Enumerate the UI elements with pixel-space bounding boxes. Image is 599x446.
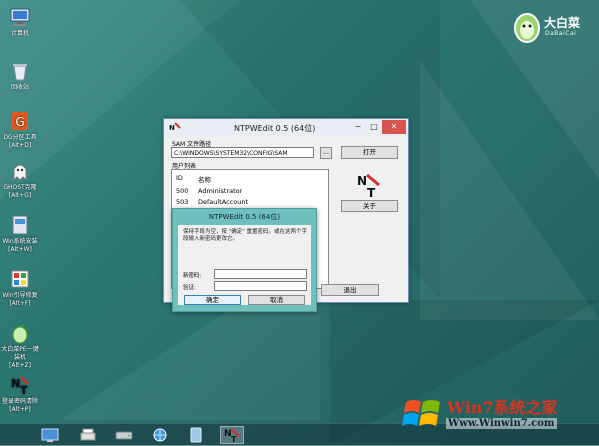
recycle-bin-icon xyxy=(9,60,31,82)
desktop-icon-label: Win引导修复 xyxy=(2,292,38,299)
minimize-button[interactable]: − xyxy=(350,120,366,134)
ntpwedit-app-icon: N xyxy=(169,122,181,132)
desktop-icon-label: GHOST克隆 xyxy=(3,184,37,191)
printer-icon xyxy=(80,428,96,441)
desktop-icon-onekey-install[interactable]: 大白菜PE一键装机 [Alt+Z] xyxy=(0,322,40,370)
desktop-icon-ghost[interactable]: GHOST克隆 [Alt+G] xyxy=(0,160,40,200)
ghost-icon xyxy=(9,160,31,182)
logo-title: 大白菜 xyxy=(544,16,581,30)
open-button[interactable]: 打开 xyxy=(341,146,398,159)
password-clear-icon: NT xyxy=(9,374,31,397)
browse-button[interactable]: ... xyxy=(320,147,332,159)
new-password-label: 新密码: xyxy=(183,273,202,279)
computer-icon xyxy=(9,6,31,28)
desktop-icon-recycle-bin[interactable]: 回收站 xyxy=(0,60,40,92)
watermark: Win7系统之家 Www.Winwin7.com xyxy=(400,382,599,442)
dg-partition-icon: G xyxy=(9,110,31,132)
ntpwedit-logo-icon: N T xyxy=(357,173,380,199)
taskbar-item-printer[interactable] xyxy=(78,426,98,444)
taskbar-item-ntpwedit[interactable]: NT xyxy=(220,426,244,444)
desktop-icon-shortcut: [Alt+W] xyxy=(8,246,32,253)
drive-icon xyxy=(115,431,133,440)
desktop-icon-label: DG分区工具 xyxy=(3,134,37,141)
window-title: NTPWEdit 0.5 (64位) xyxy=(234,124,316,133)
sam-path-input[interactable]: C:\WINDOWS\SYSTEM32\CONFIG\SAM xyxy=(171,147,314,158)
desktop-icon-label: 登录密码清除 xyxy=(1,398,38,405)
desktop-icon-computer[interactable]: 计算机 xyxy=(0,6,40,38)
user-id: 503 xyxy=(176,198,189,206)
maximize-button[interactable]: □ xyxy=(366,120,382,134)
dialog-title: NTPWEdit 0.5 (64位) xyxy=(208,213,281,221)
network-icon xyxy=(153,428,167,442)
logo-subtitle: DaBaiCai xyxy=(545,30,577,37)
svg-text:N: N xyxy=(169,124,175,132)
taskbar-item-drive[interactable] xyxy=(114,426,134,444)
user-id: 500 xyxy=(176,187,189,195)
desktop-icon-shortcut: [Alt+Z] xyxy=(9,362,31,369)
taskbar-item-network[interactable] xyxy=(150,426,170,444)
user-name: DefaultAccount xyxy=(198,198,248,206)
desktop-icon-label: 回收站 xyxy=(10,84,29,91)
onekey-install-icon xyxy=(9,322,31,344)
dialog-message: 保持字段为空，按 "确定" 重置密码。或在这两个字段输入新密码更改它。 xyxy=(183,229,308,242)
window-titlebar[interactable]: N NTPWEdit 0.5 (64位) − □ ✕ xyxy=(164,119,408,137)
taskbar-item-explorer[interactable] xyxy=(186,426,206,444)
desktop-icon-label: Win系统安装 xyxy=(2,238,38,245)
tablet-icon xyxy=(190,427,202,443)
svg-text:T: T xyxy=(367,186,376,199)
desktop-icon-label: 大白菜PE一键装机 xyxy=(1,346,39,361)
svg-text:N: N xyxy=(11,377,20,390)
windows-logo-icon xyxy=(402,400,440,426)
ok-button[interactable]: 确定 xyxy=(184,295,241,305)
desktop-icon-label: 计算机 xyxy=(10,30,29,37)
verify-password-input[interactable] xyxy=(214,281,307,291)
desktop-icon-boot-repair[interactable]: Win引导修复 [Alt+F] xyxy=(0,268,40,308)
svg-text:T: T xyxy=(231,435,237,443)
watermark-url: Www.Winwin7.com xyxy=(446,418,557,429)
verify-password-label: 验证: xyxy=(183,285,196,291)
desktop-icon-shortcut: [Alt+F] xyxy=(9,300,31,307)
desktop-icon-dg-partition[interactable]: G DG分区工具 [Alt+D] xyxy=(0,110,40,150)
desktop-icon-password-clear[interactable]: NT 登录密码清除 [Alt+P] xyxy=(0,374,40,414)
svg-text:T: T xyxy=(20,384,28,396)
dabaicai-logo: 大白菜 DaBaiCai xyxy=(512,6,594,46)
cancel-button[interactable]: 取消 xyxy=(248,295,305,305)
svg-text:G: G xyxy=(15,115,24,129)
column-header-name[interactable]: 名称 xyxy=(198,174,211,184)
exit-button[interactable]: 退出 xyxy=(321,284,379,296)
desktop-icon-win-install[interactable]: Win系统安装 [Alt+W] xyxy=(0,214,40,254)
svg-text:N: N xyxy=(357,174,367,188)
close-button[interactable]: ✕ xyxy=(382,120,406,134)
user-name: Administrator xyxy=(198,187,243,195)
dialog-body: 保持字段为空，按 "确定" 重置密码。或在这两个字段输入新密码更改它。 新密码:… xyxy=(178,225,311,305)
about-button[interactable]: 关于 xyxy=(341,200,398,212)
desktop-icon-shortcut: [Alt+G] xyxy=(8,192,32,199)
boot-repair-icon xyxy=(9,268,31,290)
change-password-dialog: NTPWEdit 0.5 (64位) 保持字段为空，按 "确定" 重置密码。或在… xyxy=(172,208,317,312)
column-header-id[interactable]: ID xyxy=(176,174,196,182)
win-install-icon xyxy=(9,214,31,236)
cabbage-icon xyxy=(514,13,540,43)
desktop-icon-shortcut: [Alt+D] xyxy=(8,142,32,149)
desktop-icon-shortcut: [Alt+P] xyxy=(9,406,31,413)
ntpwedit-taskbar-icon: NT xyxy=(224,428,240,444)
desktop-icon xyxy=(41,428,59,442)
new-password-input[interactable] xyxy=(214,269,307,279)
taskbar-item-desktop[interactable] xyxy=(40,426,60,444)
watermark-title: Win7系统之家 xyxy=(447,398,558,417)
